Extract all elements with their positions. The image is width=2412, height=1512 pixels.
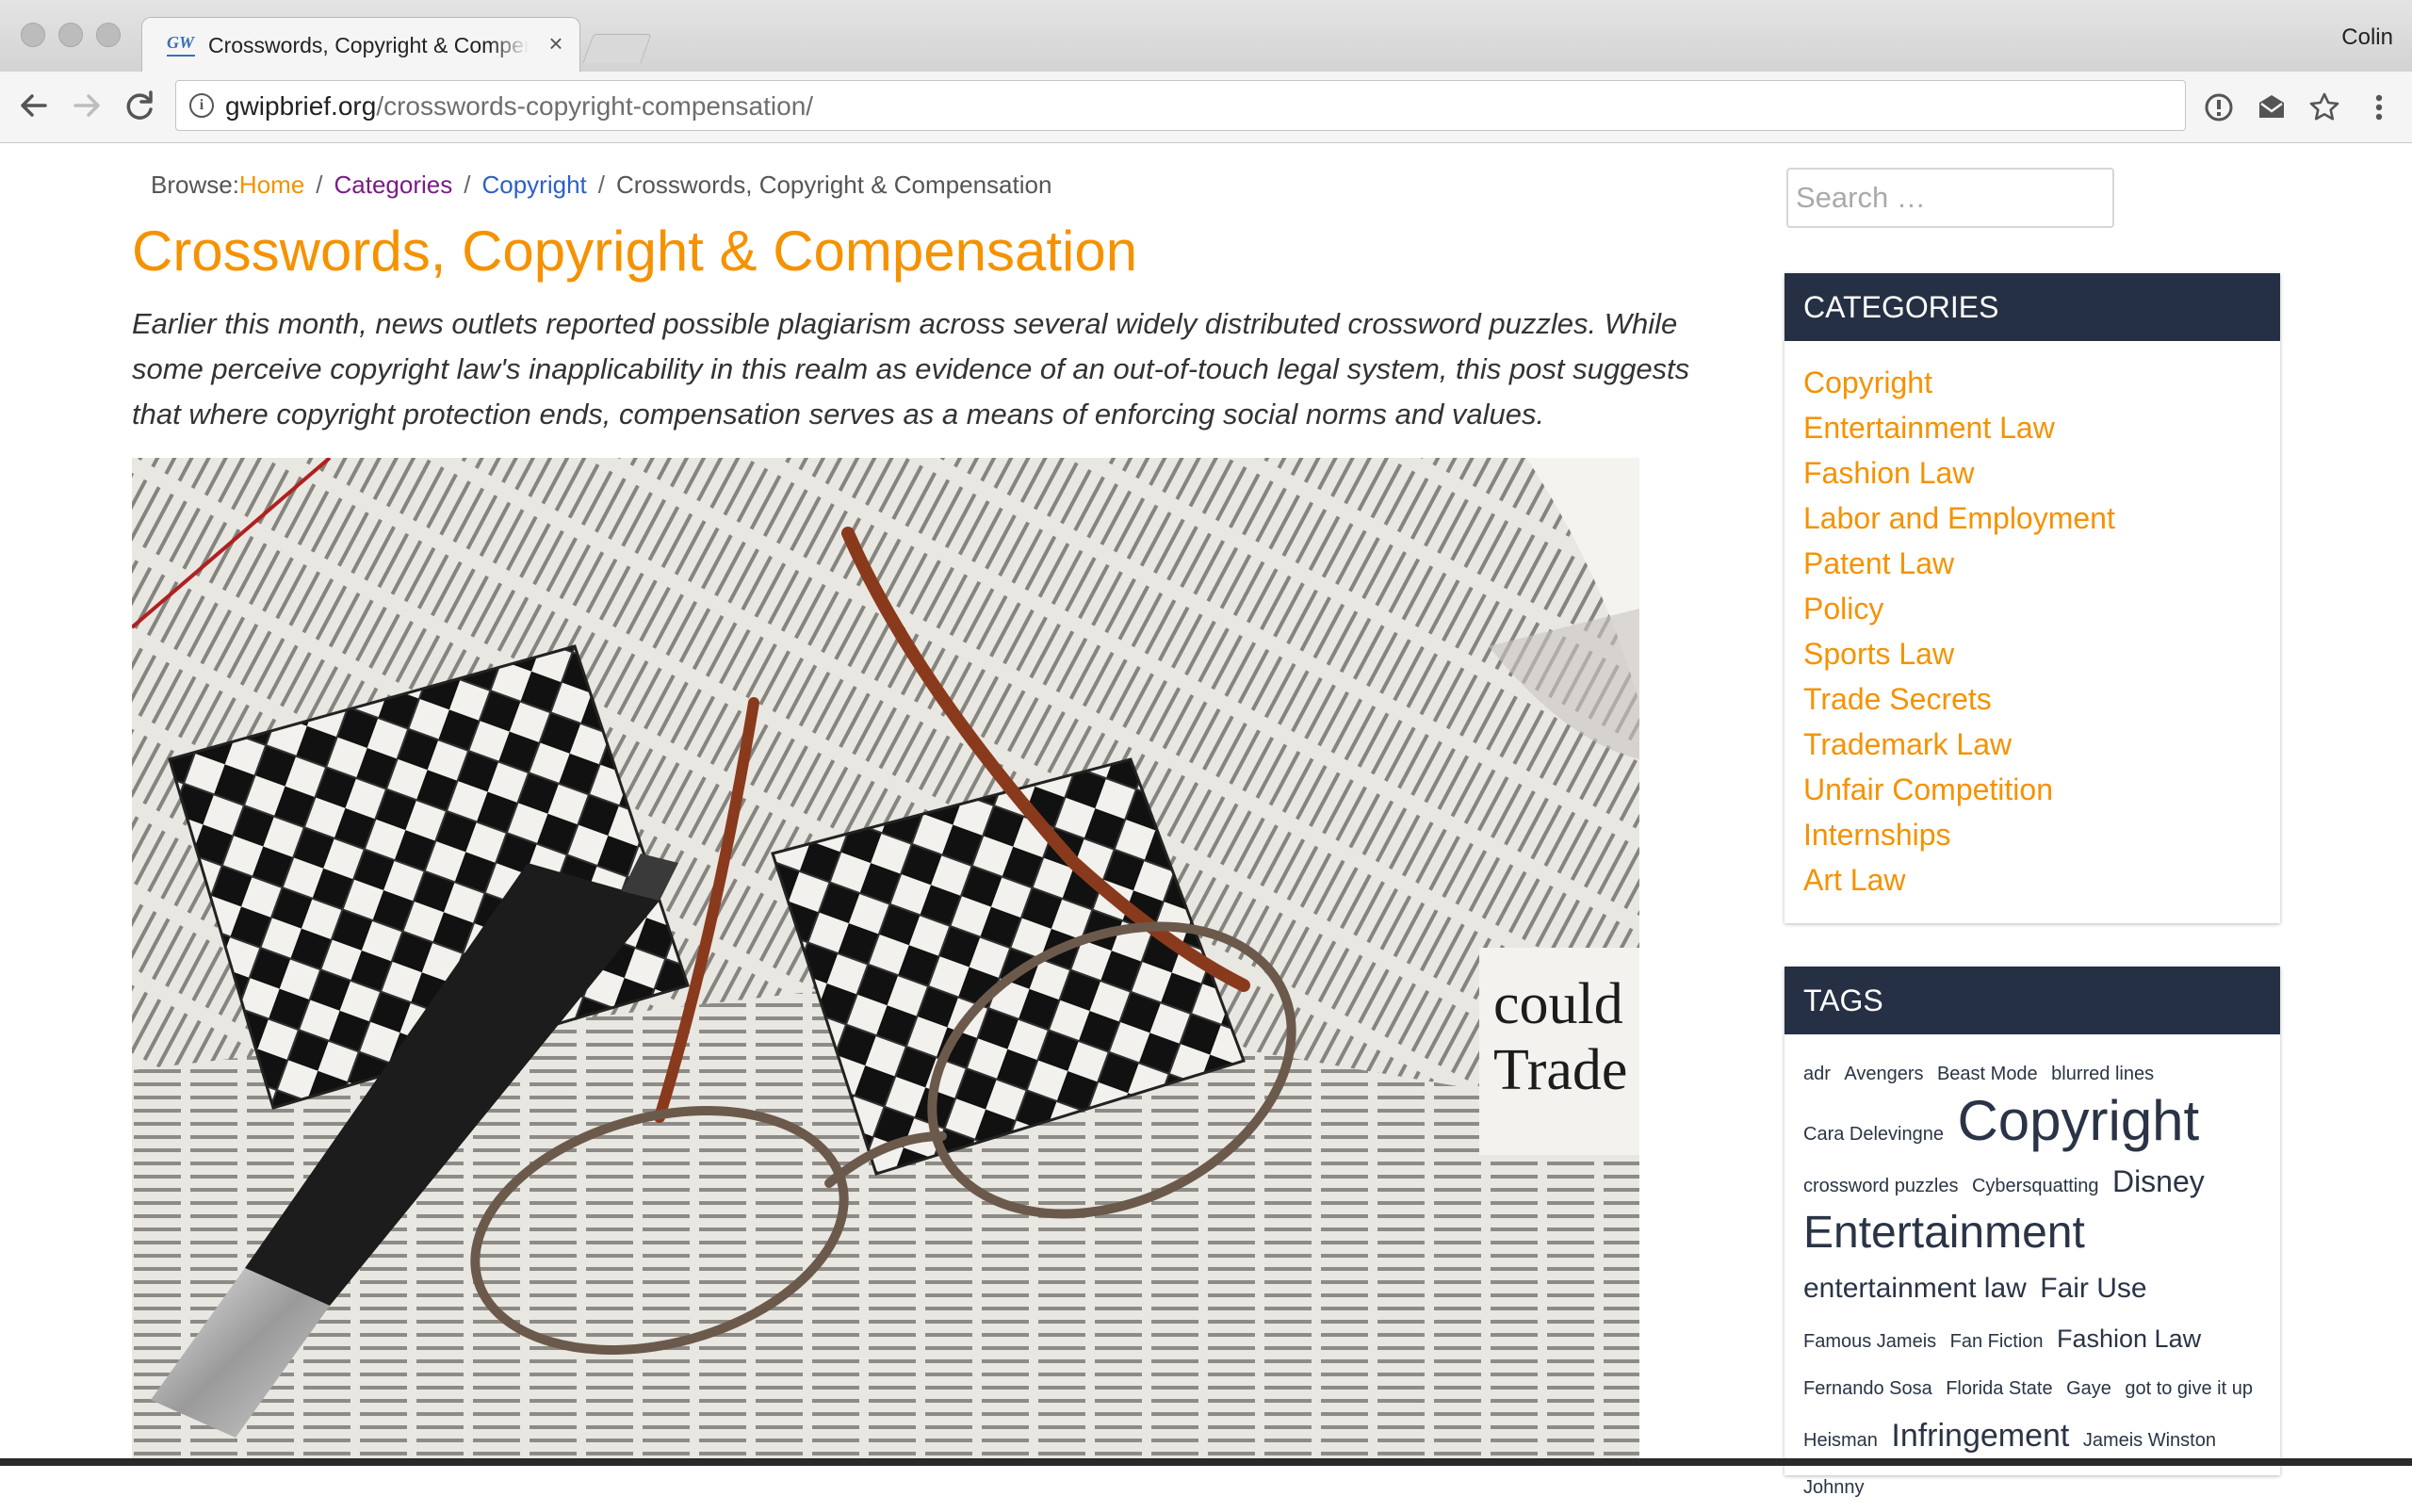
breadcrumb-separator: / <box>316 171 323 199</box>
category-link[interactable]: Unfair Competition <box>1803 767 2261 812</box>
article-excerpt: Earlier this month, news outlets reporte… <box>132 307 1690 431</box>
breadcrumb: Browse:Home / Categories / Copyright / Crosswo… <box>151 171 1051 200</box>
address-bar[interactable]: i gwipbrief.org/crosswords-copyright-com… <box>175 80 2186 131</box>
category-link[interactable]: Fashion Law <box>1803 450 2261 496</box>
svg-text:Trade: Trade <box>1493 1038 1627 1102</box>
tags-heading: TAGS <box>1785 967 2280 1034</box>
categories-heading: CATEGORIES <box>1785 273 2280 341</box>
page-title: Crosswords, Copyright & Compensation <box>132 219 1138 283</box>
category-link[interactable]: Labor and Employment <box>1803 496 2261 541</box>
category-link[interactable]: Sports Law <box>1803 631 2261 676</box>
breadcrumb-copyright-link[interactable]: Copyright <box>481 171 586 199</box>
browser-profile-name[interactable]: Colin <box>2341 24 2393 51</box>
tags-widget: TAGS adr Avengers Beast Mode blurred lin… <box>1785 967 2280 1498</box>
breadcrumb-separator: / <box>464 171 471 199</box>
category-link[interactable]: Policy <box>1803 586 2261 631</box>
forward-arrow-icon[interactable] <box>66 85 107 126</box>
mail-icon[interactable] <box>2254 89 2290 125</box>
tag-link[interactable]: blurred lines <box>2051 1064 2154 1084</box>
category-link[interactable]: Trade Secrets <box>1803 676 2261 722</box>
url-text[interactable]: gwipbrief.org/crosswords-copyright-compe… <box>225 91 813 122</box>
tag-link[interactable]: entertainment law <box>1803 1273 2027 1304</box>
category-link[interactable]: Trademark Law <box>1803 722 2261 767</box>
breadcrumb-prefix: Browse: <box>151 171 239 199</box>
category-link[interactable]: Entertainment Law <box>1803 405 2261 450</box>
browser-toolbar: i gwipbrief.org/crosswords-copyright-com… <box>0 72 2412 143</box>
categories-list: Copyright Entertainment Law Fashion Law Lab… <box>1785 341 2280 918</box>
extension-icon[interactable] <box>2201 89 2237 125</box>
tag-link[interactable]: Fan Fiction <box>1950 1331 2044 1352</box>
info-icon[interactable]: i <box>189 93 214 118</box>
close-window-button[interactable] <box>21 23 45 47</box>
article-featured-image: could Trade <box>132 458 1639 1458</box>
tab-close-icon[interactable]: × <box>542 29 570 57</box>
tag-link[interactable]: adr <box>1803 1064 1831 1084</box>
tag-link[interactable]: Infringement <box>1891 1418 2069 1454</box>
tag-link[interactable]: Jameis Winston <box>2083 1430 2216 1451</box>
url-path: /crosswords-copyright-compensation/ <box>376 91 814 121</box>
window-bottom-edge <box>0 1458 2412 1466</box>
tag-link[interactable]: Florida State <box>1946 1378 2052 1399</box>
tag-link[interactable]: Heisman <box>1803 1430 1878 1451</box>
back-arrow-icon[interactable] <box>13 85 55 126</box>
new-tab-button[interactable] <box>582 34 652 63</box>
tag-link[interactable]: Johnny <box>1803 1477 1865 1498</box>
browser-tab[interactable]: GW Crosswords, Copyright & Compensation … <box>141 17 580 72</box>
categories-widget: CATEGORIES Copyright Entertainment Law Fas… <box>1785 273 2280 923</box>
tag-cloud: adr Avengers Beast Mode blurred lines Ca… <box>1785 1034 2280 1512</box>
tag-link[interactable]: got to give it up <box>2125 1378 2253 1399</box>
tag-link[interactable]: Fernando Sosa <box>1803 1378 1932 1399</box>
category-link[interactable]: Patent Law <box>1803 541 2261 586</box>
star-icon[interactable] <box>2306 89 2342 125</box>
tag-link[interactable]: Gaye <box>2066 1378 2111 1399</box>
category-link[interactable]: Art Law <box>1803 857 2261 902</box>
browser-titlebar: GW Crosswords, Copyright & Compensation … <box>0 0 2412 72</box>
url-domain: gwipbrief.org <box>225 91 377 121</box>
breadcrumb-separator: / <box>597 171 605 199</box>
menu-icon[interactable] <box>2361 89 2397 125</box>
tag-link[interactable]: Copyright <box>1957 1089 2199 1152</box>
tag-link[interactable]: Cybersquatting <box>1972 1176 2099 1196</box>
search-input[interactable] <box>1786 168 2114 228</box>
breadcrumb-current: Crosswords, Copyright & Compensation <box>616 171 1052 199</box>
tag-link[interactable]: crossword puzzles <box>1803 1176 1959 1196</box>
tag-link[interactable]: Famous Jameis <box>1803 1331 1936 1352</box>
tag-link[interactable]: Cara Delevingne <box>1803 1124 1944 1145</box>
tag-link[interactable]: Disney <box>2112 1164 2205 1198</box>
zoom-window-button[interactable] <box>96 23 121 47</box>
breadcrumb-categories-link[interactable]: Categories <box>334 171 453 199</box>
tag-link[interactable]: Beast Mode <box>1937 1064 2038 1084</box>
tag-link[interactable]: Fair Use <box>2040 1273 2146 1304</box>
minimize-window-button[interactable] <box>58 23 83 47</box>
breadcrumb-home-link[interactable]: Home <box>239 171 304 199</box>
reload-icon[interactable] <box>119 85 160 126</box>
category-link[interactable]: Internships <box>1803 812 2261 857</box>
gw-favicon-icon: GW <box>167 32 195 57</box>
tag-link[interactable]: Avengers <box>1844 1064 1923 1084</box>
tag-link[interactable]: Fashion Law <box>2057 1325 2201 1353</box>
svg-text:could: could <box>1493 972 1623 1036</box>
tag-link[interactable]: Entertainment <box>1803 1208 2085 1258</box>
tab-title: Crosswords, Copyright & Compensation <box>208 33 529 57</box>
category-link[interactable]: Copyright <box>1803 360 2261 405</box>
